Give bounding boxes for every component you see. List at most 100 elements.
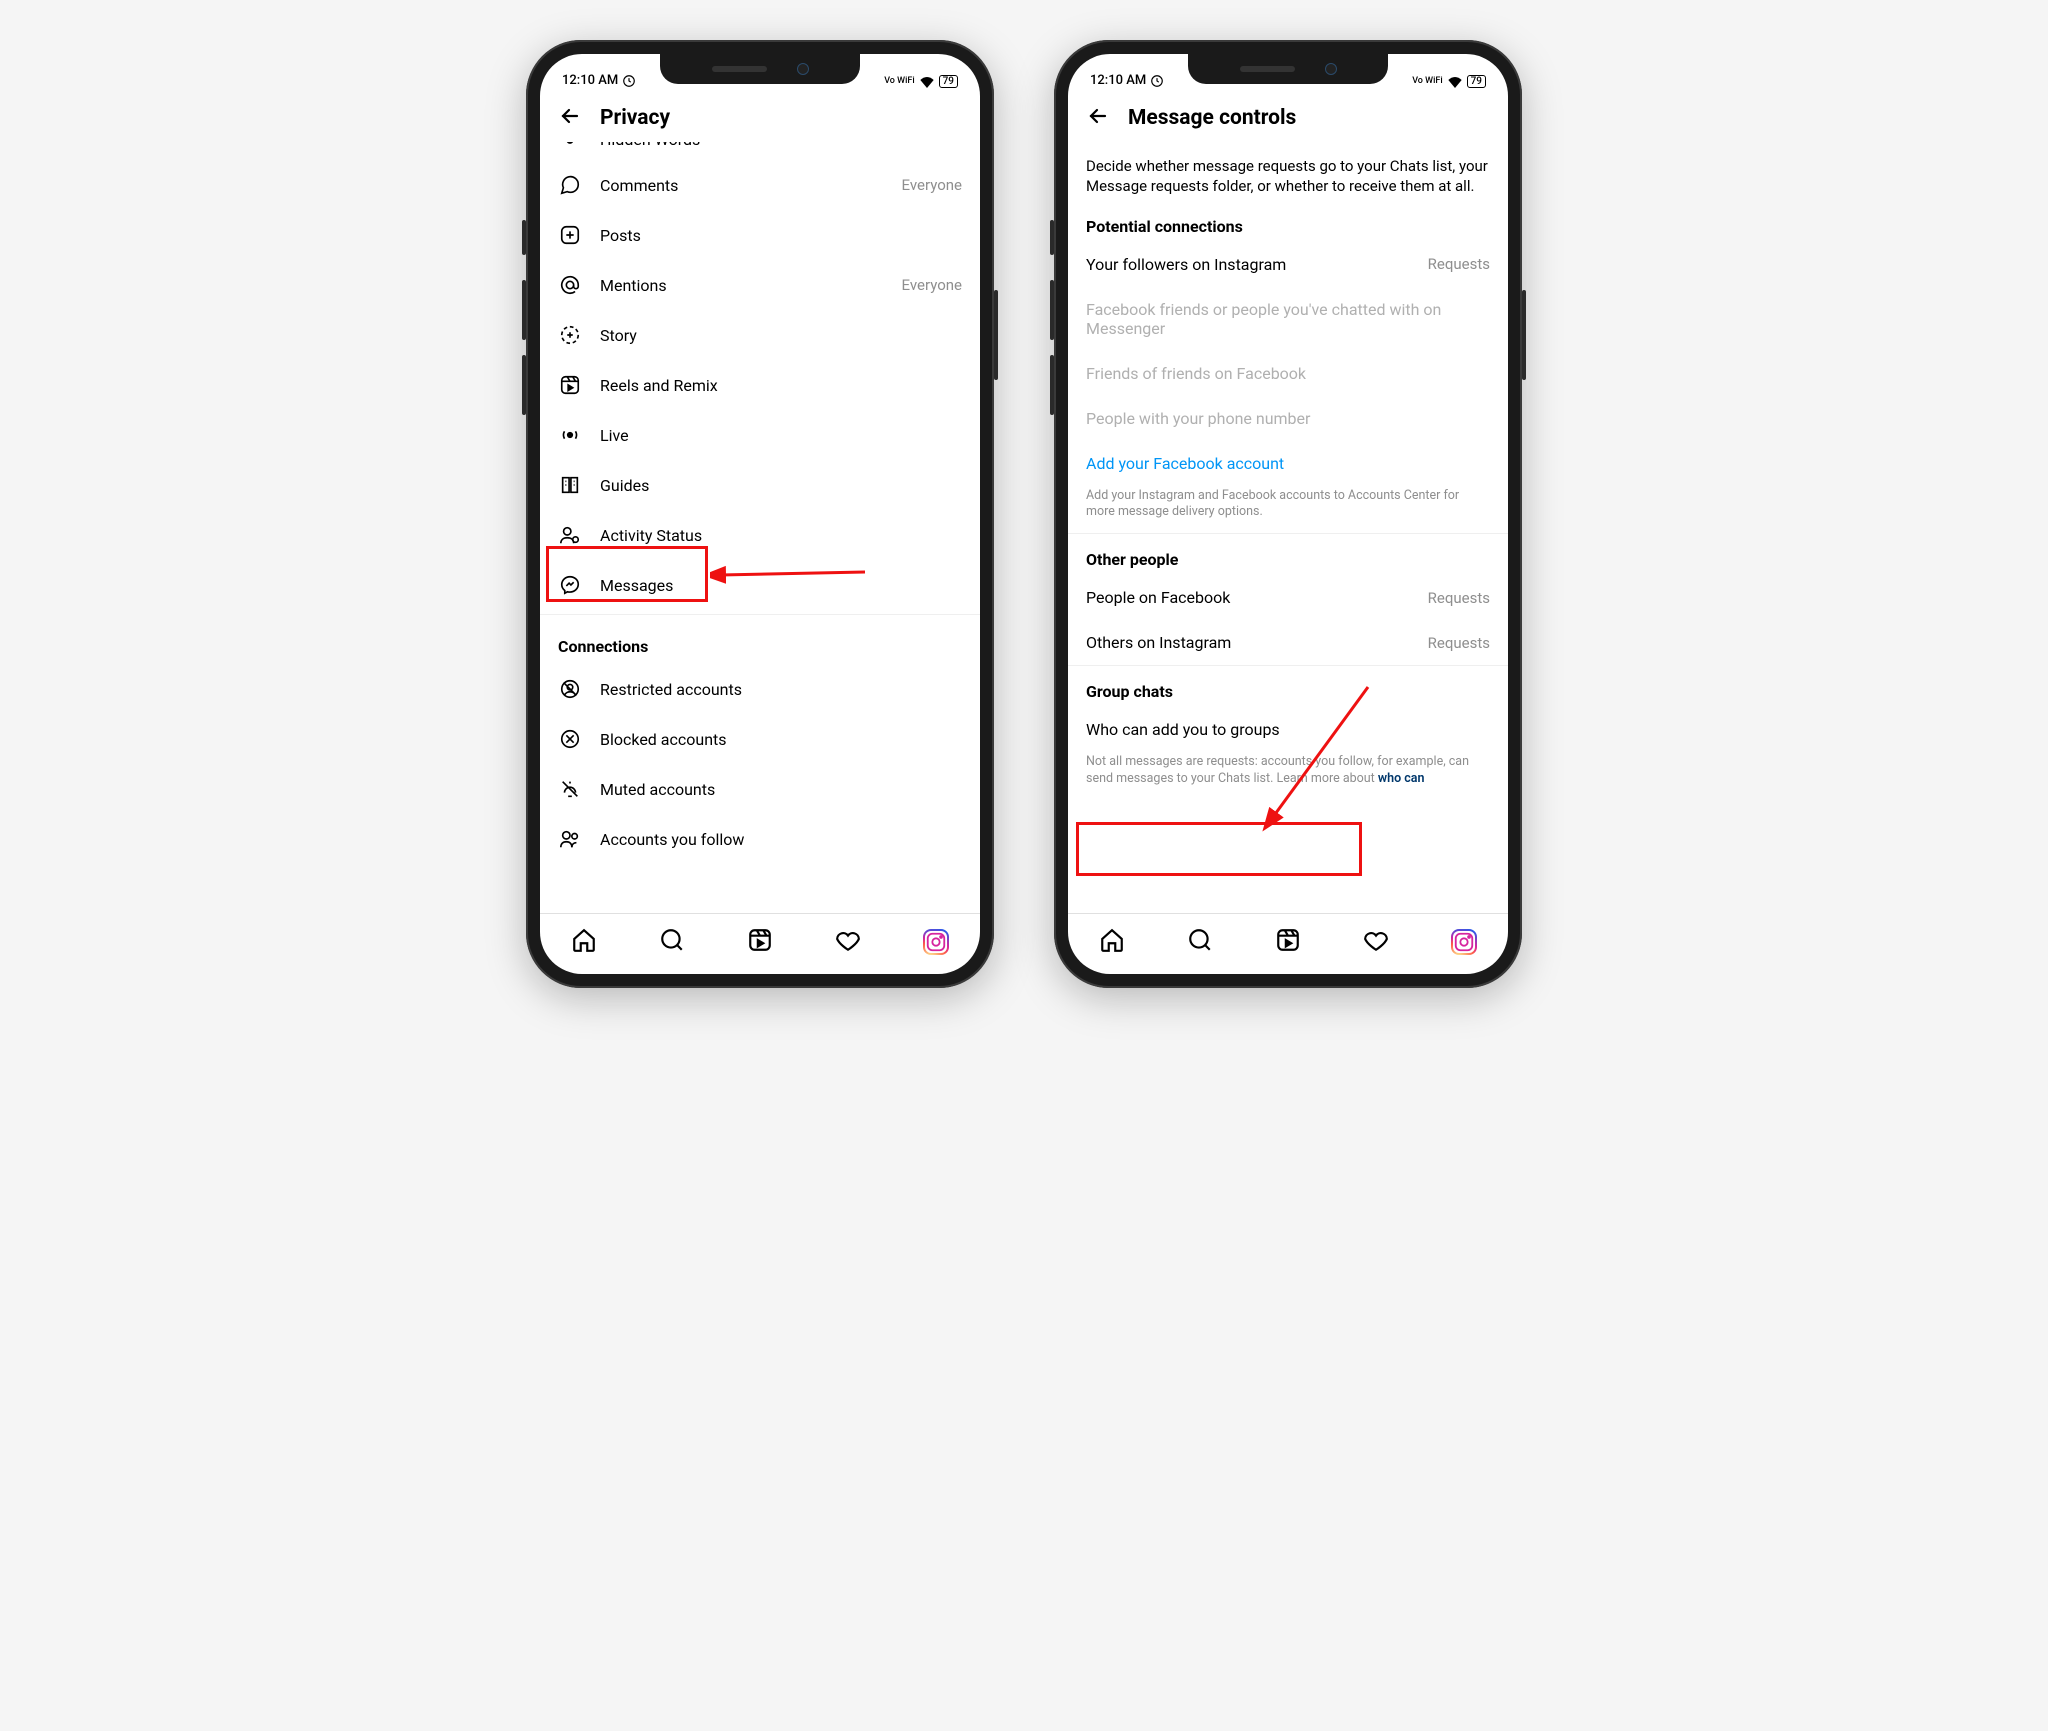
live-icon: [558, 423, 582, 447]
row-value: Requests: [1428, 589, 1490, 607]
row-label: Live: [600, 426, 962, 445]
section-potential-connections: Potential connections: [1068, 201, 1508, 242]
story-icon: [558, 323, 582, 347]
row-live[interactable]: Live: [540, 410, 980, 460]
row-label: Blocked accounts: [600, 730, 962, 749]
note-accounts-center: Add your Instagram and Facebook accounts…: [1068, 486, 1508, 534]
row-label: Messages: [600, 576, 962, 595]
link-who-can[interactable]: who can: [1378, 771, 1425, 786]
privacy-content: ● Hidden Words Comments Everyone Posts M…: [540, 142, 980, 913]
guides-icon: [558, 473, 582, 497]
back-button[interactable]: [1086, 104, 1110, 132]
section-other-people: Other people: [1068, 534, 1508, 575]
status-time: 12:10 AM: [1090, 73, 1146, 88]
row-label: Hidden Words: [600, 142, 700, 148]
row-mentions[interactable]: Mentions Everyone: [540, 260, 980, 310]
section-group-chats: Group chats: [1068, 666, 1508, 707]
row-label: Posts: [600, 226, 962, 245]
message-controls-content: Decide whether message requests go to yo…: [1068, 142, 1508, 913]
nav-search[interactable]: [659, 927, 685, 957]
status-battery: 79: [1467, 75, 1486, 88]
nav-profile[interactable]: [923, 929, 949, 955]
row-messages[interactable]: Messages: [540, 560, 980, 610]
at-icon: [558, 273, 582, 297]
nav-reels[interactable]: [1275, 927, 1301, 957]
muted-icon: [558, 777, 582, 801]
page-title: Privacy: [600, 106, 670, 130]
description-text: Decide whether message requests go to yo…: [1068, 142, 1508, 201]
row-restricted[interactable]: Restricted accounts: [540, 664, 980, 714]
row-people-on-facebook[interactable]: People on Facebook Requests: [1068, 575, 1508, 620]
restricted-icon: [558, 677, 582, 701]
nav-search[interactable]: [1187, 927, 1213, 957]
row-label: Others on Instagram: [1086, 633, 1231, 652]
back-button[interactable]: [558, 104, 582, 132]
nav-activity[interactable]: [1363, 927, 1389, 957]
notch: [1188, 54, 1388, 84]
row-guides[interactable]: Guides: [540, 460, 980, 510]
row-value: Requests: [1428, 634, 1490, 652]
nav-profile[interactable]: [1451, 929, 1477, 955]
status-net: Vo WiFi: [1412, 77, 1442, 86]
comment-icon: [558, 173, 582, 197]
app-header: Message controls: [1068, 90, 1508, 142]
row-story[interactable]: Story: [540, 310, 980, 360]
row-fb-friends: Facebook friends or people you've chatte…: [1068, 287, 1508, 351]
plus-square-icon: [558, 223, 582, 247]
row-label: Facebook friends or people you've chatte…: [1086, 300, 1450, 338]
row-friends-of-friends: Friends of friends on Facebook: [1068, 351, 1508, 396]
blocked-icon: [558, 727, 582, 751]
row-others-on-instagram[interactable]: Others on Instagram Requests: [1068, 620, 1508, 665]
activity-icon: [558, 523, 582, 547]
nav-activity[interactable]: [835, 927, 861, 957]
page-title: Message controls: [1128, 106, 1296, 130]
link-add-facebook[interactable]: Add your Facebook account: [1068, 441, 1508, 486]
section-connections: Connections: [540, 619, 980, 664]
footer-note: Not all messages are requests: accounts …: [1068, 752, 1508, 800]
row-label: People on Facebook: [1086, 588, 1230, 607]
highlight-who-can-add: [1076, 822, 1362, 876]
phone-right: 12:10 AM Vo WiFi 79 Message controls Dec…: [1054, 40, 1522, 988]
row-activity-status[interactable]: Activity Status: [540, 510, 980, 560]
row-label: Activity Status: [600, 526, 962, 545]
row-label: Comments: [600, 176, 884, 195]
people-icon: [558, 827, 582, 851]
row-label: Your followers on Instagram: [1086, 255, 1286, 274]
row-reels[interactable]: Reels and Remix: [540, 360, 980, 410]
bottom-nav: [1068, 913, 1508, 974]
row-blocked[interactable]: Blocked accounts: [540, 714, 980, 764]
row-phone-number: People with your phone number: [1068, 396, 1508, 441]
row-label: People with your phone number: [1086, 409, 1310, 428]
messenger-icon: [558, 573, 582, 597]
app-header: Privacy: [540, 90, 980, 142]
row-muted[interactable]: Muted accounts: [540, 764, 980, 814]
nav-home[interactable]: [1099, 927, 1125, 957]
row-label: Guides: [600, 476, 962, 495]
row-followers[interactable]: Your followers on Instagram Requests: [1068, 242, 1508, 287]
phone-left: 12:10 AM Vo WiFi 79 Privacy ● Hidden Wor…: [526, 40, 994, 988]
row-value: Everyone: [902, 176, 962, 194]
bottom-nav: [540, 913, 980, 974]
row-label: Friends of friends on Facebook: [1086, 364, 1306, 383]
row-label: Accounts you follow: [600, 830, 962, 849]
row-following[interactable]: Accounts you follow: [540, 814, 980, 864]
row-comments[interactable]: Comments Everyone: [540, 160, 980, 210]
nav-home[interactable]: [571, 927, 597, 957]
row-label: Reels and Remix: [600, 376, 962, 395]
reels-icon: [558, 373, 582, 397]
row-value: Everyone: [902, 276, 962, 294]
row-value: Requests: [1428, 255, 1490, 273]
row-who-can-add[interactable]: Who can add you to groups: [1068, 707, 1508, 752]
row-posts[interactable]: Posts: [540, 210, 980, 260]
row-label: Restricted accounts: [600, 680, 962, 699]
row-hidden-words[interactable]: ● Hidden Words: [558, 142, 962, 148]
nav-reels[interactable]: [747, 927, 773, 957]
status-battery: 79: [939, 75, 958, 88]
row-label: Mentions: [600, 276, 884, 295]
row-label: Muted accounts: [600, 780, 962, 799]
row-label: Who can add you to groups: [1086, 720, 1280, 739]
status-net: Vo WiFi: [884, 77, 914, 86]
row-label: Story: [600, 326, 962, 345]
status-time: 12:10 AM: [562, 73, 618, 88]
notch: [660, 54, 860, 84]
